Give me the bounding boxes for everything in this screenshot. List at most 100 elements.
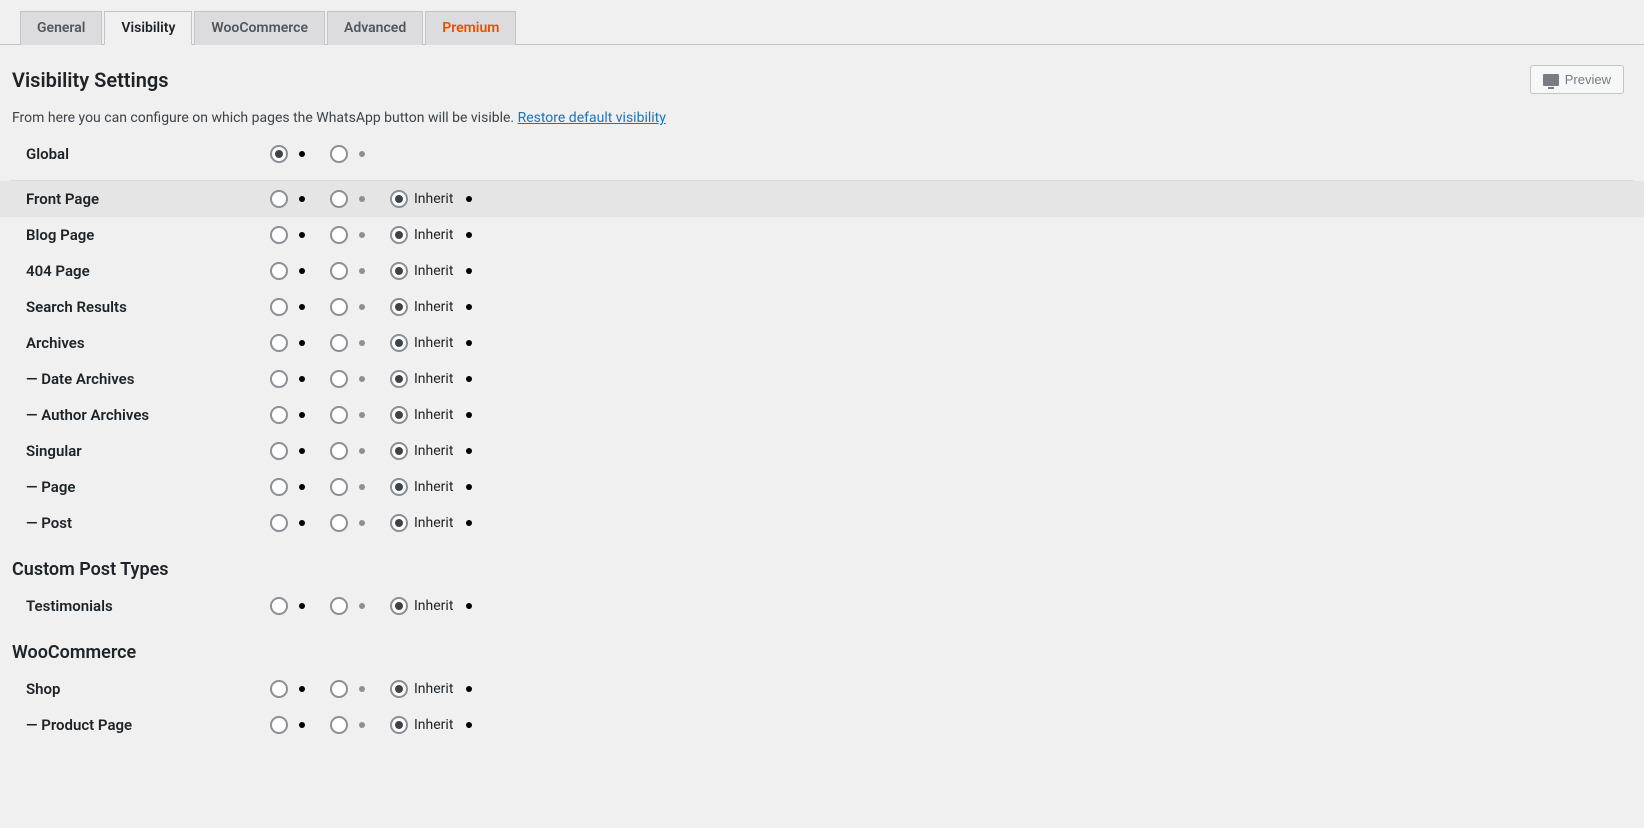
- row-page: — Page Inherit: [0, 469, 1644, 505]
- radio-inherit[interactable]: [390, 226, 408, 244]
- eye-open-icon: [292, 300, 312, 314]
- row-author-archives: — Author Archives Inherit: [0, 397, 1644, 433]
- row-product-page: — Product Page Inherit: [0, 707, 1644, 743]
- radio-hide[interactable]: [330, 478, 348, 496]
- radio-hide[interactable]: [330, 597, 348, 615]
- radio-hide[interactable]: [330, 442, 348, 460]
- row-label: Blog Page: [26, 226, 270, 244]
- eye-open-icon: [292, 480, 312, 494]
- eye-open-icon: [292, 718, 312, 732]
- radio-hide[interactable]: [330, 190, 348, 208]
- radio-show[interactable]: [270, 190, 288, 208]
- eye-open-icon: [459, 516, 479, 530]
- radio-inherit[interactable]: [390, 680, 408, 698]
- tab-visibility[interactable]: Visibility: [104, 11, 192, 45]
- radio-inherit[interactable]: [390, 514, 408, 532]
- radio-inherit[interactable]: [390, 190, 408, 208]
- row-label: 404 Page: [26, 262, 270, 280]
- row-label: — Page: [26, 478, 270, 496]
- row-global: Global: [0, 136, 1644, 172]
- radio-show[interactable]: [270, 478, 288, 496]
- row-label: Singular: [26, 442, 270, 460]
- eye-open-icon: [459, 336, 479, 350]
- inherit-label: Inherit: [414, 227, 453, 243]
- row-post: — Post Inherit: [0, 505, 1644, 541]
- radio-hide[interactable]: [330, 680, 348, 698]
- radio-inherit[interactable]: [390, 298, 408, 316]
- eye-open-icon: [459, 264, 479, 278]
- row-search-results: Search Results Inherit: [0, 289, 1644, 325]
- page-description: From here you can configure on which pag…: [0, 94, 1644, 136]
- radio-hide[interactable]: [330, 262, 348, 280]
- page-title: Visibility Settings: [12, 68, 169, 92]
- settings-tabs: General Visibility WooCommerce Advanced …: [0, 0, 1644, 45]
- eye-closed-icon: [352, 264, 372, 278]
- eye-open-icon: [292, 516, 312, 530]
- radio-show[interactable]: [270, 597, 288, 615]
- tab-woocommerce[interactable]: WooCommerce: [194, 11, 325, 45]
- eye-open-icon: [459, 228, 479, 242]
- eye-closed-icon: [352, 444, 372, 458]
- radio-show[interactable]: [270, 145, 288, 163]
- eye-closed-icon: [352, 336, 372, 350]
- tab-advanced[interactable]: Advanced: [327, 11, 423, 45]
- radio-hide[interactable]: [330, 298, 348, 316]
- eye-open-icon: [292, 264, 312, 278]
- radio-inherit[interactable]: [390, 334, 408, 352]
- row-front-page: Front Page Inherit: [0, 181, 1644, 217]
- radio-show[interactable]: [270, 262, 288, 280]
- radio-show[interactable]: [270, 334, 288, 352]
- eye-closed-icon: [352, 718, 372, 732]
- eye-closed-icon: [352, 192, 372, 206]
- row-label: — Author Archives: [26, 406, 270, 424]
- radio-hide[interactable]: [330, 334, 348, 352]
- radio-show[interactable]: [270, 716, 288, 734]
- radio-show[interactable]: [270, 226, 288, 244]
- eye-open-icon: [459, 192, 479, 206]
- radio-inherit[interactable]: [390, 262, 408, 280]
- radio-inherit[interactable]: [390, 716, 408, 734]
- radio-show[interactable]: [270, 442, 288, 460]
- inherit-label: Inherit: [414, 407, 453, 423]
- inherit-label: Inherit: [414, 371, 453, 387]
- eye-open-icon: [292, 228, 312, 242]
- eye-closed-icon: [352, 372, 372, 386]
- inherit-label: Inherit: [414, 299, 453, 315]
- inherit-label: Inherit: [414, 515, 453, 531]
- row-singular: Singular Inherit: [0, 433, 1644, 469]
- row-label: — Post: [26, 514, 270, 532]
- row-shop: Shop Inherit: [0, 671, 1644, 707]
- radio-show[interactable]: [270, 298, 288, 316]
- radio-inherit[interactable]: [390, 370, 408, 388]
- tab-general[interactable]: General: [20, 11, 102, 45]
- radio-show[interactable]: [270, 370, 288, 388]
- radio-show[interactable]: [270, 680, 288, 698]
- eye-open-icon: [292, 336, 312, 350]
- radio-hide[interactable]: [330, 514, 348, 532]
- radio-show[interactable]: [270, 406, 288, 424]
- inherit-label: Inherit: [414, 191, 453, 207]
- eye-open-icon: [292, 372, 312, 386]
- eye-open-icon: [292, 599, 312, 613]
- row-404-page: 404 Page Inherit: [0, 253, 1644, 289]
- radio-show[interactable]: [270, 514, 288, 532]
- eye-closed-icon: [352, 516, 372, 530]
- row-testimonials: Testimonials Inherit: [0, 588, 1644, 624]
- radio-hide[interactable]: [330, 226, 348, 244]
- eye-closed-icon: [352, 408, 372, 422]
- radio-inherit[interactable]: [390, 406, 408, 424]
- radio-inherit[interactable]: [390, 597, 408, 615]
- radio-hide[interactable]: [330, 406, 348, 424]
- tab-premium[interactable]: Premium: [425, 11, 516, 45]
- radio-inherit[interactable]: [390, 478, 408, 496]
- radio-inherit[interactable]: [390, 442, 408, 460]
- radio-hide[interactable]: [330, 716, 348, 734]
- section-custom-post-types: Custom Post Types: [0, 541, 1644, 588]
- eye-open-icon: [459, 300, 479, 314]
- preview-button[interactable]: Preview: [1530, 65, 1624, 94]
- restore-default-link[interactable]: Restore default visibility: [518, 110, 666, 126]
- preview-icon: [1543, 74, 1559, 86]
- radio-hide[interactable]: [330, 370, 348, 388]
- radio-hide[interactable]: [330, 145, 348, 163]
- eye-closed-icon: [352, 599, 372, 613]
